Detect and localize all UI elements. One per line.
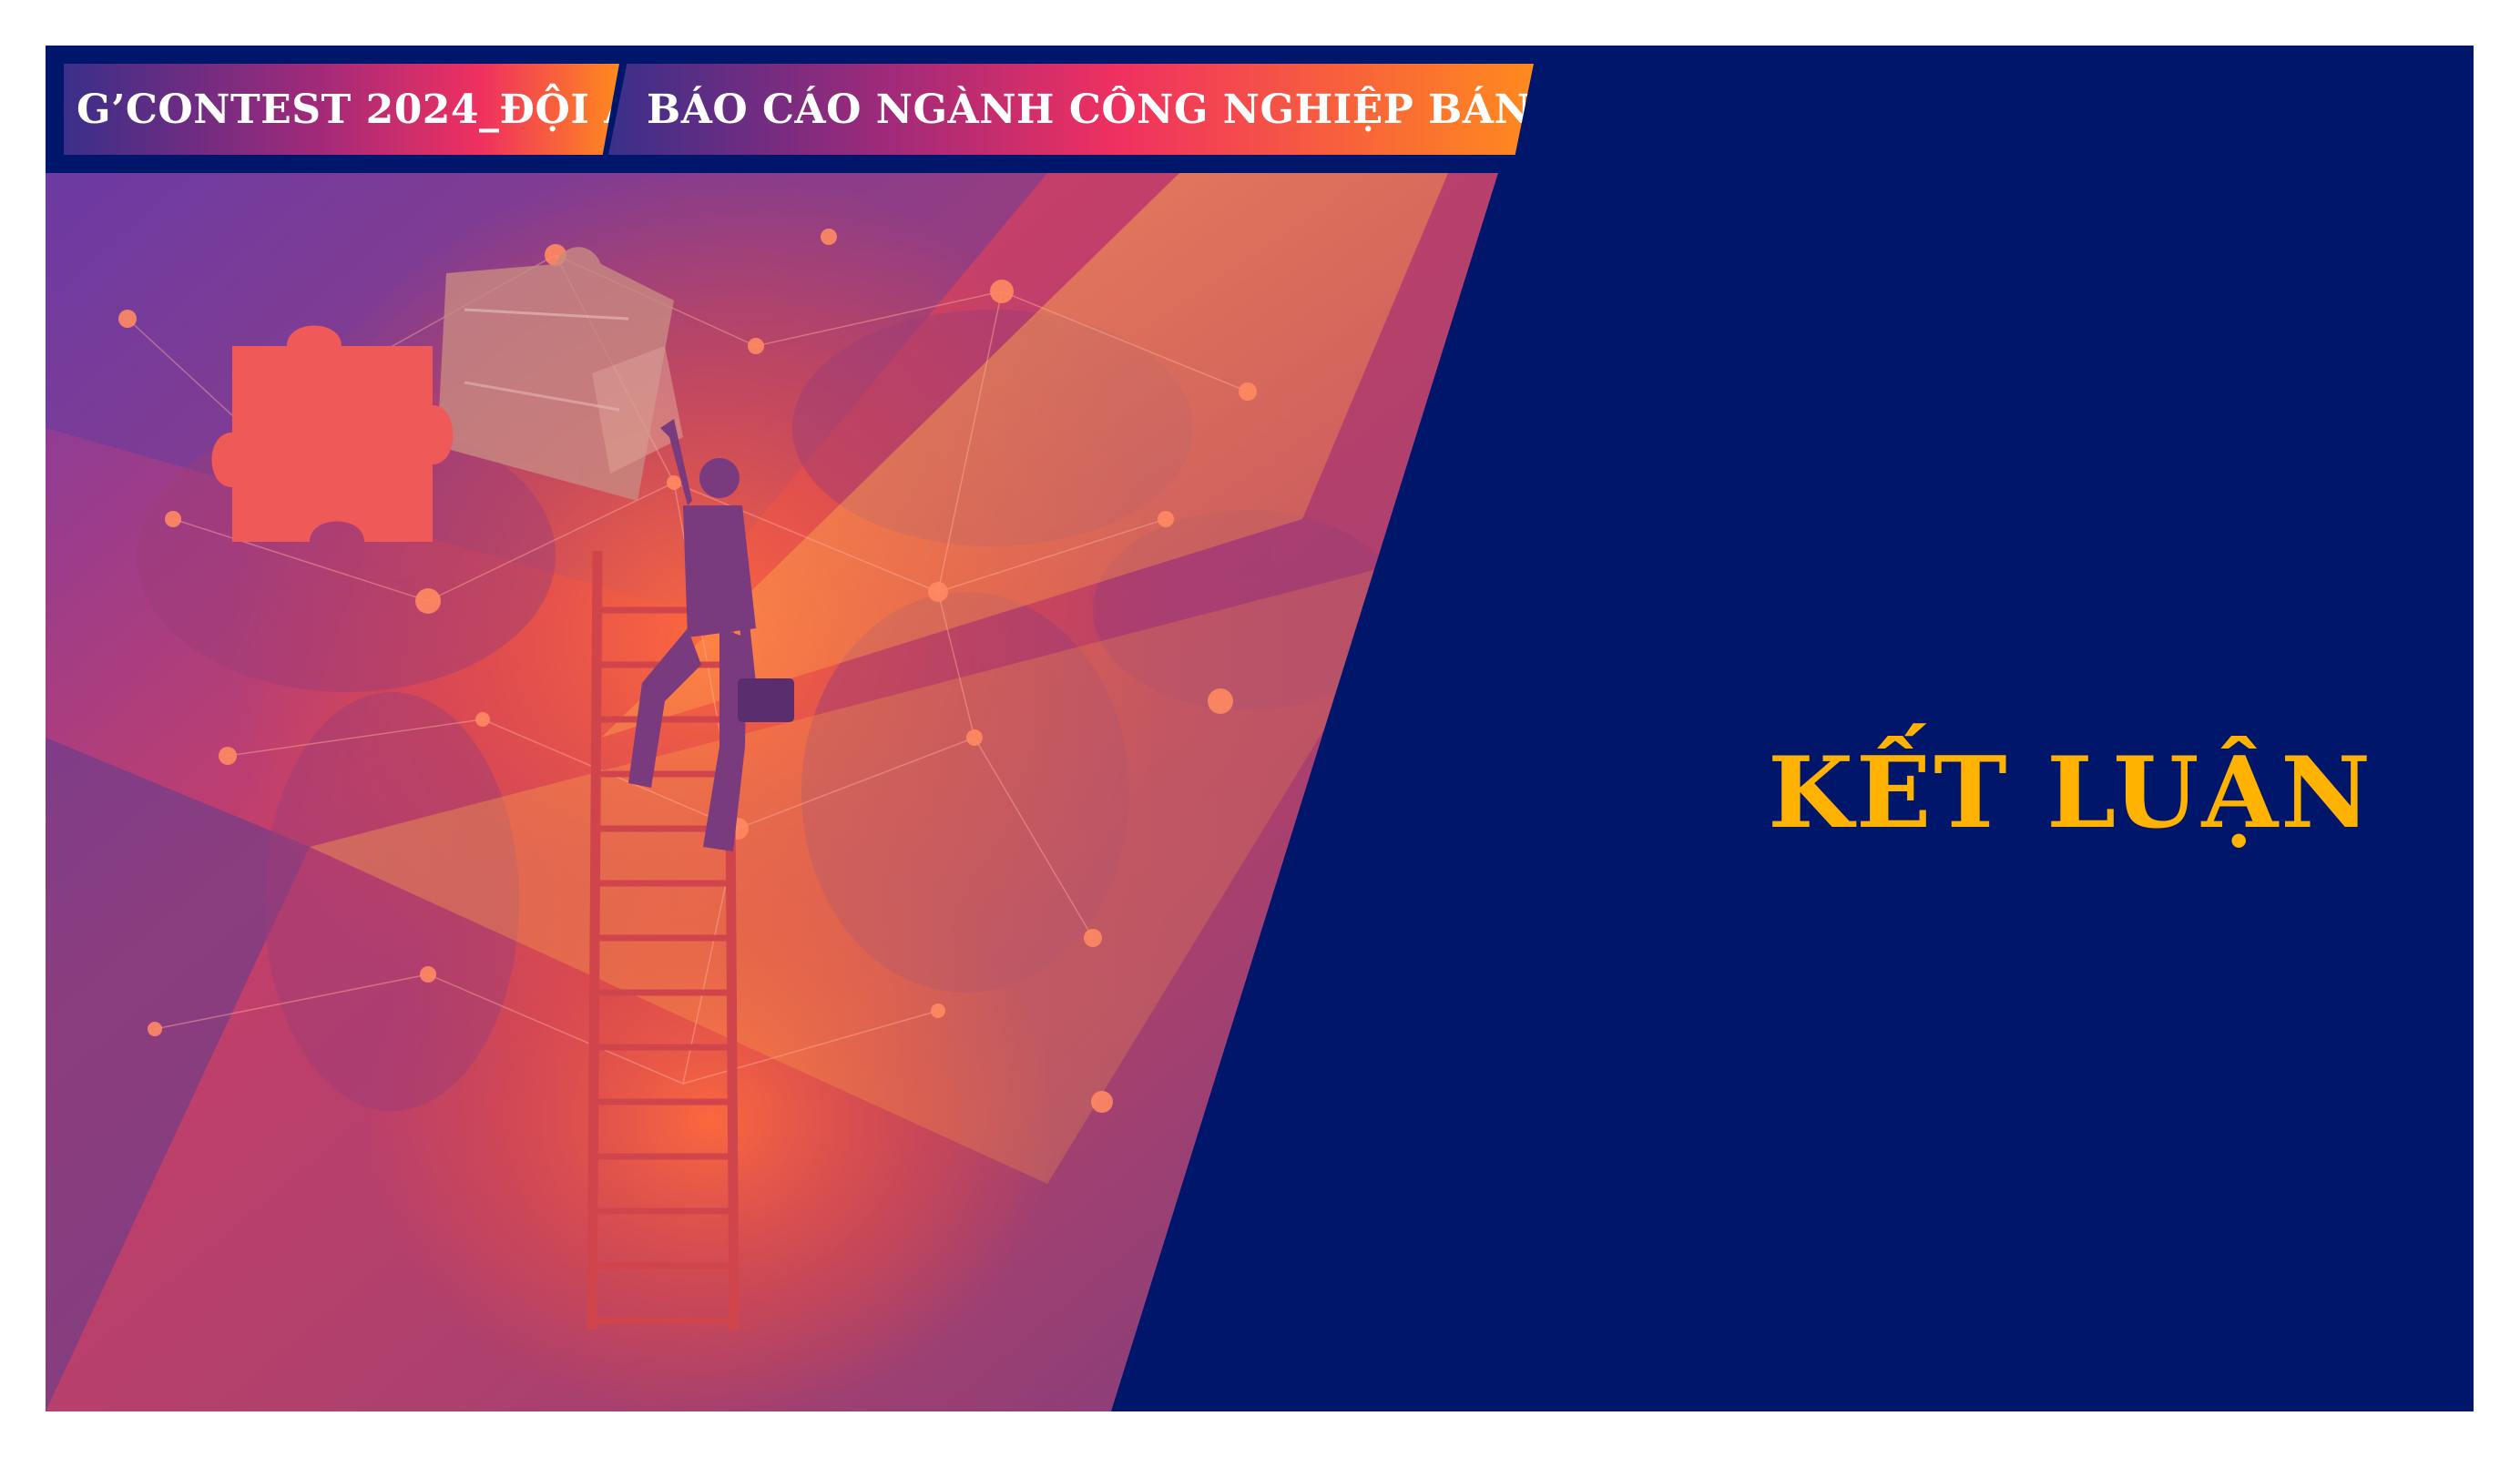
contest-tag: G’CONTEST 2024_ĐỘI AC (64, 64, 619, 155)
report-tag: BÁO CÁO NGÀNH CÔNG NGHIỆP BÁN DẪN (608, 64, 1534, 155)
hero-illustration (46, 173, 1498, 1411)
contest-tag-label: G’CONTEST 2024_ĐỘI AC (77, 86, 668, 133)
section-title: KẾT LUẬN (1768, 736, 2373, 851)
report-tag-label: BÁO CÁO NGÀNH CÔNG NGHIỆP BÁN DẪN (647, 86, 1650, 133)
puzzle-piece-icon (211, 325, 454, 542)
briefcase-icon (738, 678, 794, 722)
slide: G’CONTEST 2024_ĐỘI AC BÁO CÁO NGÀNH CÔNG… (46, 46, 2474, 1411)
